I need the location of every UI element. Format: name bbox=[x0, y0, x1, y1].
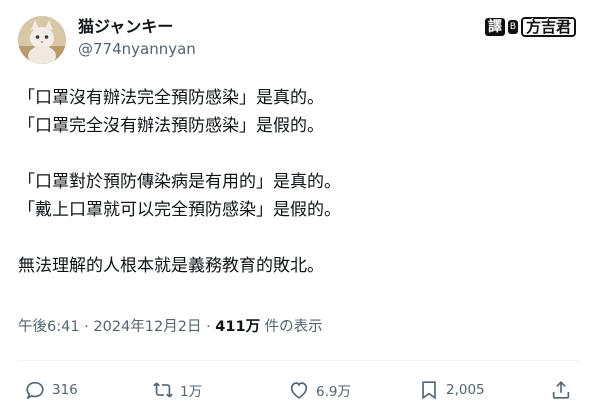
watermark-name: 方吉君 bbox=[520, 17, 576, 37]
share-icon bbox=[552, 381, 570, 399]
reply-count: 316 bbox=[52, 382, 78, 398]
user-name-block: 猫ジャンキー @774nyannyan bbox=[78, 16, 196, 60]
meta-separator: · bbox=[84, 319, 89, 335]
avatar[interactable] bbox=[18, 16, 66, 64]
meta-separator: · bbox=[206, 319, 211, 335]
bookmark-icon bbox=[422, 381, 436, 400]
reply-button[interactable]: 316 bbox=[24, 372, 78, 408]
retweet-icon bbox=[153, 382, 173, 398]
display-name[interactable]: 猫ジャンキー bbox=[78, 16, 196, 38]
divider bbox=[18, 360, 578, 361]
bookmark-count: 2,005 bbox=[446, 382, 485, 398]
translator-watermark: 譯 B 方吉君 bbox=[484, 16, 576, 38]
views-count[interactable]: 411万 bbox=[215, 319, 260, 335]
tweet-line: 「口罩對於預防傳染病是有用的」是真的。 bbox=[18, 172, 341, 192]
action-bar: 316 1万 6.9万 2,005 bbox=[18, 372, 578, 408]
tweet-meta: 午後6:41 · 2024年12月2日 · 411万 件の表示 bbox=[18, 316, 323, 338]
retweet-button[interactable]: 1万 bbox=[152, 372, 202, 408]
tweet-line: 「口罩沒有辦法完全預防感染」是真的。 bbox=[18, 88, 324, 108]
user-handle[interactable]: @774nyannyan bbox=[78, 38, 196, 60]
post-date[interactable]: 2024年12月2日 bbox=[93, 319, 201, 335]
views-label: 件の表示 bbox=[260, 319, 323, 335]
reply-icon bbox=[26, 381, 44, 400]
share-button[interactable] bbox=[550, 372, 572, 408]
cat-avatar-image bbox=[18, 16, 66, 64]
tweet-line: 「口罩完全沒有辦法預防感染」是假的。 bbox=[18, 116, 324, 136]
like-count: 6.9万 bbox=[316, 384, 351, 400]
tweet-text: 「口罩沒有辦法完全預防感染」是真的。 「口罩完全沒有辦法預防感染」是假的。 「口… bbox=[18, 84, 578, 280]
tweet-line: 「戴上口罩就可以完全預防感染」是假的。 bbox=[18, 200, 341, 220]
watermark-dot-mark: B bbox=[507, 20, 518, 34]
post-time[interactable]: 午後6:41 bbox=[18, 319, 80, 335]
retweet-count: 1万 bbox=[180, 384, 203, 400]
tweet-line: 無法理解的人根本就是義務教育的敗北。 bbox=[18, 256, 324, 276]
heart-icon bbox=[290, 382, 308, 399]
watermark-translate-mark: 譯 bbox=[484, 18, 505, 36]
bookmark-button[interactable]: 2,005 bbox=[418, 372, 485, 408]
like-button[interactable]: 6.9万 bbox=[288, 372, 351, 408]
